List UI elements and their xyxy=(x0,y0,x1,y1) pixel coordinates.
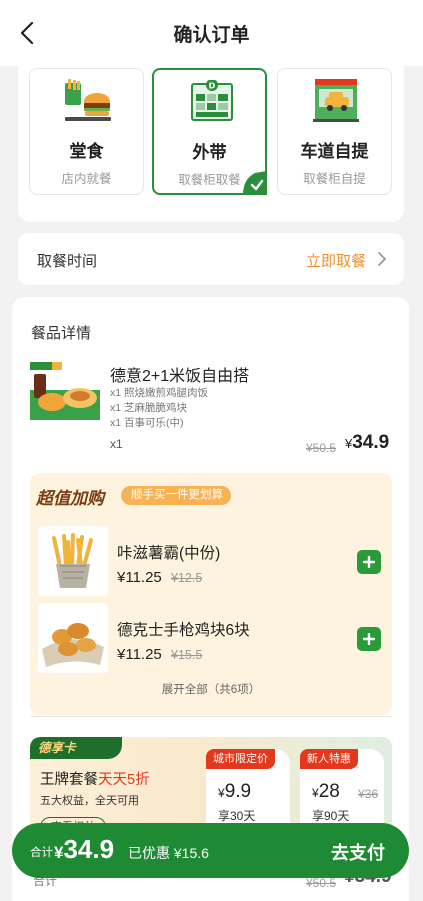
selected-check-icon xyxy=(243,171,267,195)
package-highlight: 天天5折 xyxy=(98,772,150,788)
currency-symbol: ¥ xyxy=(218,786,225,800)
offer-tag: 新人特惠 xyxy=(300,749,358,769)
drive-thru-icon xyxy=(313,79,359,122)
section-title: 餐品详情 xyxy=(31,325,92,342)
checkout-discount: 已优惠 ¥15.6 xyxy=(128,845,209,861)
order-type-label: 车道自提 xyxy=(300,142,369,161)
back-arrow-icon[interactable] xyxy=(14,20,40,46)
offer-price: ¥9.9 xyxy=(218,781,251,803)
addon-title: 超值加购 xyxy=(36,489,104,508)
meal-item: x1 照烧嫩煎鸡腿肉饭 xyxy=(110,387,209,399)
addon-item: 德克士手枪鸡块6块 ¥11.25 ¥15.5 xyxy=(38,603,384,673)
checkout-total-label: 合计 xyxy=(30,847,53,859)
order-type-card: 堂食 店内就餐 D 外带 取餐柜取餐 车道自提 取餐柜自提 xyxy=(18,55,404,222)
offer-price-value: 9.9 xyxy=(224,781,252,802)
addon-item-original-price: ¥12.5 xyxy=(171,571,203,585)
add-button[interactable] xyxy=(357,627,381,651)
meal-combo-image xyxy=(30,362,100,420)
add-button[interactable] xyxy=(357,550,381,574)
meal-detail-card: 餐品详情 德意2+1米饭自由搭 x1 照烧嫩煎鸡腿肉饭 x1 芝麻脆脆鸡块 x1… xyxy=(12,297,409,901)
order-type-desc: 店内就餐 xyxy=(61,172,112,186)
total-original-price: ¥50.5 xyxy=(306,876,337,890)
meal-original-price: ¥50.5 xyxy=(306,441,337,455)
meal-price: ¥34.9 xyxy=(345,432,389,454)
pickup-time-value[interactable]: 立即取餐 xyxy=(306,250,366,271)
addon-item: 咔滋薯霸(中份) ¥11.25 ¥12.5 xyxy=(38,526,384,596)
order-type-drive-thru[interactable]: 车道自提 取餐柜自提 xyxy=(277,68,392,195)
order-type-dine-in[interactable]: 堂食 店内就餐 xyxy=(29,68,144,195)
offer-duration: 享30天 xyxy=(218,809,256,823)
page-title: 确认订单 xyxy=(173,24,250,46)
addon-section: 超值加购 顺手买一件更划算 咔滋薯霸(中份) ¥11.25 ¥12.5 德克士手… xyxy=(30,473,392,715)
plus-icon xyxy=(363,556,375,568)
offer-price: ¥28 xyxy=(312,781,340,803)
chevron-right-icon xyxy=(378,252,387,266)
membership-badge: 德享卡 xyxy=(30,737,122,759)
expand-all-link[interactable]: 展开全部（共6项） xyxy=(30,681,392,697)
chicken-nuggets-image xyxy=(38,603,108,673)
meal-quantity: x1 xyxy=(110,437,123,451)
addon-tag: 顺手买一件更划算 xyxy=(121,486,231,505)
pickup-time-row[interactable]: 取餐时间 立即取餐 xyxy=(18,233,404,285)
offer-original-price: ¥36 xyxy=(358,787,379,801)
order-type-takeout[interactable]: D 外带 取餐柜取餐 xyxy=(152,68,267,195)
plus-icon xyxy=(363,633,375,645)
svg-text:D: D xyxy=(209,82,216,91)
offer-price-value: 28 xyxy=(318,781,340,802)
membership-features: 五大权益，全天可用 xyxy=(40,795,139,807)
checkout-total: ¥34.9 xyxy=(54,834,114,865)
meal-item: x1 芝麻脆脆鸡块 xyxy=(110,402,188,414)
addon-item-name: 德克士手枪鸡块6块 xyxy=(117,622,250,639)
package-name: 王牌套餐 xyxy=(40,772,98,788)
pickup-locker-icon: D xyxy=(191,80,233,121)
currency-symbol: ¥ xyxy=(312,786,319,800)
addon-item-original-price: ¥15.5 xyxy=(171,648,203,662)
pickup-time-label: 取餐时间 xyxy=(37,253,98,270)
addon-item-price: ¥11.25 xyxy=(117,646,162,663)
burger-meal-icon xyxy=(65,79,111,121)
addon-item-name: 咔滋薯霸(中份) xyxy=(117,545,221,562)
fries-image xyxy=(38,526,108,596)
membership-package: 王牌套餐天天5折 xyxy=(40,768,150,789)
pay-button[interactable]: 去支付 xyxy=(331,839,385,865)
checkout-bar: 合计 ¥34.9 已优惠 ¥15.6 去支付 xyxy=(12,823,409,878)
offer-duration: 享90天 xyxy=(312,809,350,823)
checkout-total-value: 34.9 xyxy=(63,834,115,864)
meal-price-value: 34.9 xyxy=(352,432,390,453)
order-type-desc: 取餐柜自提 xyxy=(303,172,366,186)
divider xyxy=(30,716,392,717)
offer-tag: 城市限定价 xyxy=(206,749,275,769)
addon-item-price: ¥11.25 xyxy=(117,569,162,586)
order-type-label: 外带 xyxy=(192,143,227,162)
meal-item: x1 百事可乐(中) xyxy=(110,417,184,429)
meal-name: 德意2+1米饭自由搭 xyxy=(110,368,250,385)
order-type-label: 堂食 xyxy=(69,142,104,161)
